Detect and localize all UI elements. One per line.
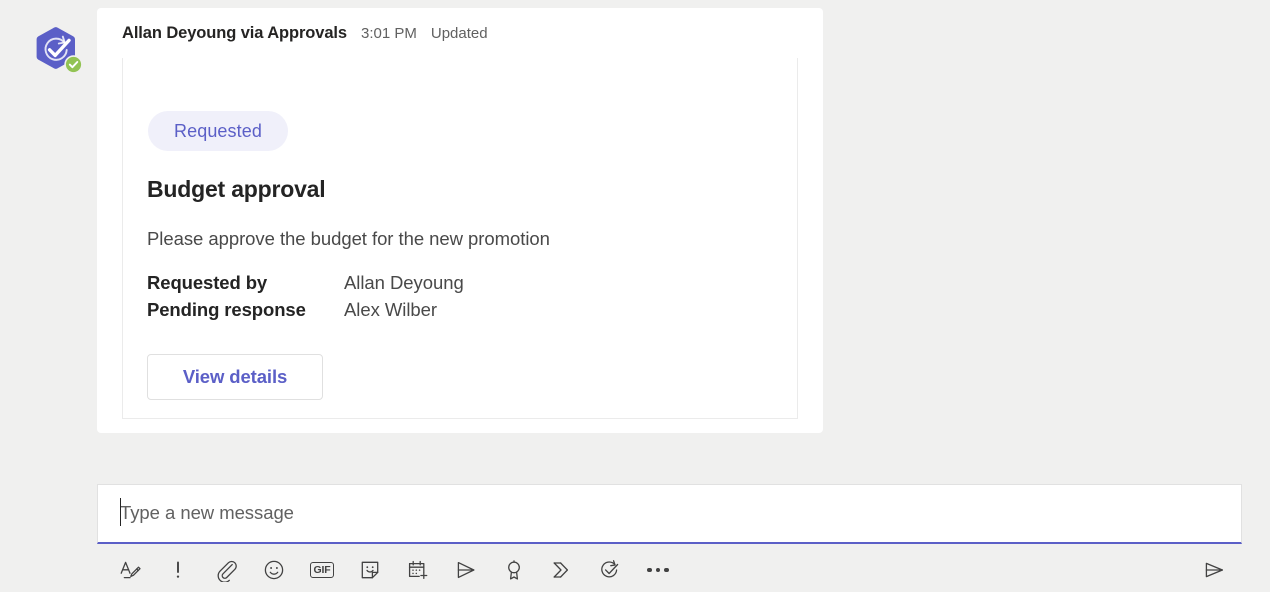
fact-row: Requested by Allan Deyoung (147, 272, 464, 299)
view-details-label: View details (182, 366, 288, 387)
praise-icon[interactable] (497, 553, 531, 587)
message-bubble: Allan Deyoung via Approvals 3:01 PM Upda… (97, 8, 823, 433)
ellipsis-dots (647, 567, 669, 573)
status-badge-label: Requested (174, 120, 262, 141)
stream-icon[interactable] (449, 553, 483, 587)
format-icon[interactable] (113, 553, 147, 587)
compose-box[interactable]: Type a new message (97, 484, 1242, 544)
power-automate-icon[interactable] (545, 553, 579, 587)
attach-icon[interactable] (209, 553, 243, 587)
status-badge: Requested (148, 111, 288, 151)
fact-label: Pending response (147, 299, 306, 320)
important-icon[interactable] (161, 553, 195, 587)
card-description: Please approve the budget for the new pr… (147, 228, 550, 249)
fact-label: Requested by (147, 272, 268, 293)
approval-card: Requested Budget approval Please approve… (122, 58, 798, 419)
sticker-icon[interactable] (353, 553, 387, 587)
message-header: Allan Deyoung via Approvals 3:01 PM Upda… (122, 24, 488, 43)
card-fact-list: Requested by Allan Deyoung Pending respo… (147, 272, 464, 326)
gif-icon[interactable]: GIF (305, 553, 339, 587)
text-caret (120, 498, 121, 526)
fact-row: Pending response Alex Wilber (147, 299, 464, 326)
fact-value: Allan Deyoung (344, 272, 464, 293)
approvals-app-icon (33, 24, 85, 76)
card-title: Budget approval (147, 176, 326, 202)
check-badge-icon (65, 56, 82, 73)
compose-toolbar: GIF (113, 552, 1243, 588)
fact-value: Alex Wilber (344, 299, 437, 320)
emoji-icon[interactable] (257, 553, 291, 587)
message-status: Updated (430, 25, 488, 42)
gif-label: GIF (309, 561, 335, 579)
more-options-icon[interactable] (641, 553, 675, 587)
message-timestamp: 3:01 PM (361, 25, 417, 42)
sender-name: Allan Deyoung via Approvals (122, 24, 347, 42)
chat-message-row: Allan Deyoung via Approvals 3:01 PM Upda… (0, 0, 1270, 455)
schedule-meeting-icon[interactable] (401, 553, 435, 587)
message-input[interactable]: Type a new message (120, 502, 294, 524)
approvals-icon[interactable] (593, 553, 627, 587)
view-details-button[interactable]: View details (147, 354, 323, 400)
send-icon[interactable] (1197, 553, 1231, 587)
